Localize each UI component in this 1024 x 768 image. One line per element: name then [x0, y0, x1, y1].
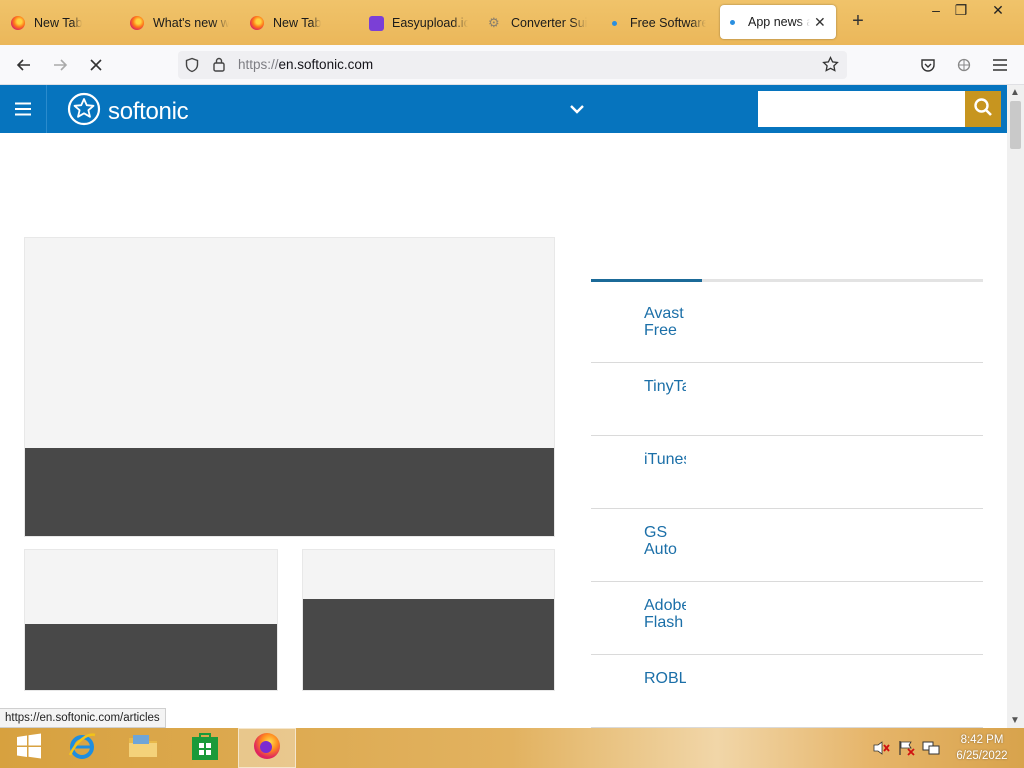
softonic-star-icon — [66, 92, 102, 131]
browser-tab[interactable]: New Tab — [249, 8, 349, 38]
article-card-placeholder[interactable] — [24, 549, 278, 691]
browser-tab[interactable]: What's new wi — [129, 8, 229, 38]
browser-tab[interactable]: ⚙ Converter Suit — [487, 8, 587, 38]
back-icon[interactable] — [13, 54, 35, 76]
tab-label: What's new wi — [153, 16, 229, 30]
article-card-placeholder[interactable] — [302, 549, 555, 691]
article-caption-area — [25, 448, 554, 536]
tab-strip: New Tab What's new wi New Tab Easyupload… — [0, 0, 1024, 45]
volume-muted-icon[interactable] — [873, 740, 891, 759]
list-item[interactable]: ROBLOX — [591, 655, 983, 728]
page-scrollbar[interactable]: ▲ ▼ — [1007, 85, 1024, 728]
hamburger-menu-icon[interactable] — [0, 85, 47, 133]
site-header: softonic — [0, 85, 1007, 133]
navigation-toolbar: https://en.softonic.com — [0, 45, 1024, 85]
lock-icon[interactable] — [212, 56, 226, 77]
url-text: https://en.softonic.com — [238, 57, 374, 72]
tab-label: Free Software — [630, 16, 706, 30]
list-item[interactable]: Adobe Flash Player — [591, 582, 983, 655]
windows-logo-icon — [16, 733, 42, 764]
pocket-icon[interactable] — [917, 54, 939, 76]
firefox-icon — [10, 15, 26, 31]
action-center-flag-icon[interactable] — [898, 740, 916, 759]
app-link[interactable]: iTunes — [644, 451, 686, 486]
converter-icon: ⚙ — [488, 15, 500, 30]
browser-tab[interactable]: New Tab — [10, 8, 110, 38]
browser-tab[interactable]: Free Software — [606, 8, 706, 38]
tab-label: Converter Suit — [511, 16, 587, 30]
new-tab-icon[interactable]: + — [849, 11, 867, 31]
active-tab-underline — [591, 279, 702, 282]
scroll-down-icon[interactable]: ▼ — [1010, 715, 1020, 726]
search-icon — [973, 97, 993, 122]
list-item[interactable]: TinyTask — [591, 363, 983, 436]
browser-tab-active[interactable]: App news a ✕ — [720, 5, 836, 39]
loading-dot-icon — [606, 15, 622, 31]
list-item[interactable]: Avast Free Antivirus — [591, 290, 983, 363]
clock-date: 6/25/2022 — [956, 750, 1008, 762]
close-tab-icon[interactable]: ✕ — [814, 14, 826, 31]
tab-label: App news a — [748, 15, 810, 29]
featured-article-placeholder[interactable] — [24, 237, 555, 537]
firefox-taskbar-button[interactable] — [238, 728, 296, 768]
app-link[interactable]: GS Auto Clicker — [644, 524, 686, 559]
internet-explorer-button[interactable] — [53, 728, 111, 768]
list-item[interactable]: iTunes — [591, 436, 983, 509]
browser-tab[interactable]: Easyupload.io — [368, 8, 468, 38]
tracking-shield-icon[interactable] — [184, 57, 200, 78]
address-bar[interactable]: https://en.softonic.com — [178, 51, 847, 79]
app-link[interactable]: TinyTask — [644, 378, 686, 413]
clock-time: 8:42 PM — [960, 734, 1004, 746]
start-button[interactable] — [0, 728, 58, 768]
store-icon — [191, 731, 219, 766]
store-button[interactable] — [176, 728, 234, 768]
tab-label: New Tab — [34, 16, 83, 30]
minimize-icon[interactable]: – — [926, 2, 946, 18]
file-explorer-button[interactable] — [114, 728, 172, 768]
app-menu-icon[interactable] — [989, 54, 1011, 76]
firefox-icon — [251, 730, 283, 767]
easyupload-icon — [368, 15, 384, 31]
page-viewport: softonic Avast Free Antivirus TinyTask i… — [0, 85, 1024, 728]
loading-dot-icon — [724, 14, 740, 30]
brand-name: softonic — [108, 97, 189, 125]
restore-icon[interactable]: ❐ — [951, 2, 971, 19]
bookmark-star-icon[interactable] — [822, 55, 839, 78]
search-button[interactable] — [965, 91, 1001, 127]
folder-icon — [127, 732, 159, 765]
network-icon[interactable] — [922, 740, 940, 759]
tab-label: New Tab — [273, 16, 322, 30]
app-link[interactable]: Adobe Flash Player — [644, 597, 686, 632]
tab-label: Easyupload.io — [392, 16, 468, 30]
system-clock[interactable]: 8:42 PM 6/25/2022 — [950, 732, 1014, 764]
firefox-icon — [129, 15, 145, 31]
site-search-input[interactable] — [758, 91, 965, 127]
extension-icon[interactable] — [953, 54, 975, 76]
apps-tab-indicator — [591, 279, 983, 282]
forward-icon[interactable] — [49, 54, 71, 76]
popular-apps-list: Avast Free Antivirus TinyTask iTunes GS … — [591, 290, 983, 728]
article-caption-area — [303, 599, 554, 690]
scroll-up-icon[interactable]: ▲ — [1010, 87, 1020, 98]
firefox-icon — [249, 15, 265, 31]
list-item[interactable]: GS Auto Clicker — [591, 509, 983, 582]
internet-explorer-icon — [67, 731, 97, 766]
link-status-tooltip: https://en.softonic.com/articles — [0, 708, 166, 728]
softonic-logo[interactable]: softonic — [66, 92, 189, 131]
chevron-down-icon[interactable] — [568, 100, 586, 123]
article-caption-area — [25, 624, 277, 690]
scrollbar-thumb[interactable] — [1010, 101, 1021, 149]
app-link[interactable]: ROBLOX — [644, 670, 686, 705]
app-link[interactable]: Avast Free Antivirus — [644, 305, 686, 340]
close-window-icon[interactable]: ✕ — [988, 2, 1008, 19]
stop-loading-icon[interactable] — [85, 54, 107, 76]
windows-taskbar: 8:42 PM 6/25/2022 — [0, 728, 1024, 768]
